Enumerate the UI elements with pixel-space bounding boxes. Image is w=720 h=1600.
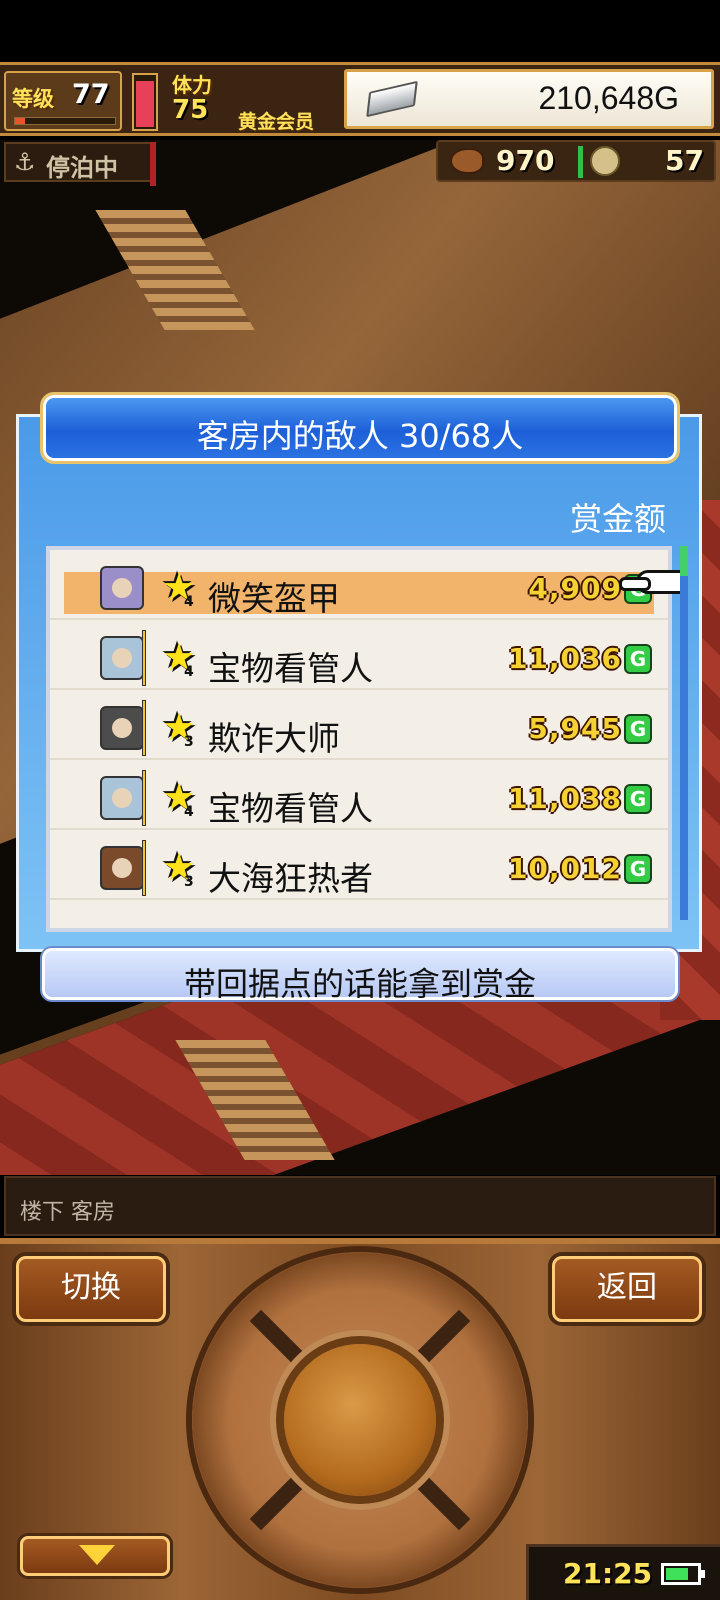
coin-icon	[590, 146, 620, 176]
list-scrollbar[interactable]	[680, 546, 688, 920]
down-arrow-icon	[79, 1545, 115, 1565]
enemy-staff-icon	[142, 700, 146, 756]
enemy-bounty: 11,038	[507, 782, 622, 815]
top-hud: 等级 77 体力 75 黄金会员 210,648G	[0, 62, 720, 136]
enemy-row[interactable]: ★ 4 宝物看管人 11,036 G	[50, 620, 668, 690]
clock-display: 21:25	[526, 1544, 720, 1600]
enemy-rank: 3	[184, 734, 194, 750]
enemy-rank: 4	[184, 804, 194, 820]
enemy-rank: 3	[184, 874, 194, 890]
enemy-name: 欺诈大师	[208, 719, 340, 758]
enemy-row[interactable]: ★ 4 微笑盔甲 4,909 G	[50, 550, 668, 620]
battery-icon	[661, 1563, 705, 1585]
level-value: 77	[72, 79, 110, 110]
enemy-bounty: 4,909	[528, 572, 622, 605]
clock-time: 21:25	[563, 1557, 653, 1590]
gold-currency-badge: G	[624, 854, 652, 884]
stamina-gauge	[132, 73, 158, 131]
directional-pad[interactable]	[192, 1252, 528, 1588]
enemy-portrait	[100, 636, 144, 680]
enemy-staff-icon	[142, 630, 146, 686]
enemy-rank: 4	[184, 664, 194, 680]
gold-value: 210,648G	[538, 80, 679, 116]
coin-value: 57	[665, 144, 704, 177]
back-button[interactable]: 返回	[552, 1256, 702, 1322]
panel-title-bar: 客房内的敌人 30/68人	[40, 392, 680, 464]
enemy-name: 微笑盔甲	[208, 579, 340, 618]
resource-separator	[578, 146, 583, 178]
dock-status: ⚓ 停泊中	[4, 142, 154, 182]
silver-ingot-icon	[366, 80, 418, 118]
gold-currency-badge: G	[624, 644, 652, 674]
docked-label: 停泊中	[46, 154, 118, 182]
enemy-row[interactable]: ★ 3 大海狂热者 10,012 G	[50, 830, 668, 900]
stamina-value: 75	[172, 95, 209, 125]
enemy-bounty: 11,036	[507, 642, 622, 675]
level-progress-bar	[14, 117, 116, 125]
panel-title: 客房内的敌人 30/68人	[196, 417, 524, 455]
enemy-name: 宝物看管人	[208, 789, 373, 828]
hint-text: 带回据点的话能拿到赏金	[183, 965, 536, 1003]
level-box: 等级 77	[4, 71, 122, 131]
location-bar: 楼下 客房	[4, 1176, 716, 1236]
gold-currency-badge: G	[624, 714, 652, 744]
confirm-button[interactable]	[284, 1344, 436, 1496]
enemy-bounty: 5,945	[528, 712, 622, 745]
location-text: 楼下 客房	[20, 1200, 115, 1225]
enemy-bounty: 10,012	[507, 852, 622, 885]
bounty-column-header: 赏金额	[569, 500, 666, 538]
resource-display: 970 57	[436, 140, 716, 182]
switch-button[interactable]: 切换	[16, 1256, 166, 1322]
enemy-portrait	[100, 706, 144, 750]
anchor-icon: ⚓	[14, 148, 36, 176]
enemy-name: 大海狂热者	[208, 859, 373, 898]
member-badge: 黄金会员	[238, 111, 315, 133]
enemy-rank: 4	[184, 594, 194, 610]
gold-currency-badge: G	[624, 784, 652, 814]
enemy-portrait	[100, 566, 144, 610]
level-label: 等级	[12, 87, 54, 111]
enemy-portrait	[100, 776, 144, 820]
pointing-hand-icon	[619, 570, 686, 594]
food-icon	[450, 148, 484, 174]
gold-display: 210,648G	[344, 69, 714, 129]
food-value: 970	[496, 144, 555, 177]
dock-status-marker	[150, 142, 156, 186]
menu-down-button[interactable]	[20, 1536, 170, 1576]
enemy-name: 宝物看管人	[208, 649, 373, 688]
enemy-row[interactable]: ★ 4 宝物看管人 11,038 G	[50, 760, 668, 830]
stamina-label: 体力	[172, 73, 212, 97]
scroll-thumb[interactable]	[680, 546, 688, 576]
enemy-row[interactable]: ★ 3 欺诈大师 5,945 G	[50, 690, 668, 760]
enemy-list[interactable]: ★ 4 微笑盔甲 4,909 G ★ 4 宝物看管人 11,036 G ★ 3 …	[46, 546, 672, 932]
enemy-portrait	[100, 846, 144, 890]
enemy-staff-icon	[142, 840, 146, 896]
hint-bar: 带回据点的话能拿到赏金	[42, 948, 678, 1003]
enemy-staff-icon	[142, 770, 146, 826]
